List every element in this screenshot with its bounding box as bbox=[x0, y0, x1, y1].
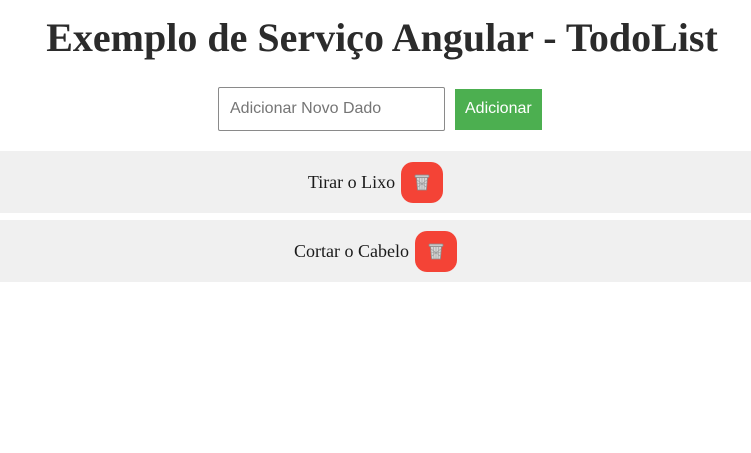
todo-item-text: Tirar o Lixo bbox=[307, 171, 396, 192]
todo-item: Tirar o Lixo bbox=[0, 151, 751, 213]
add-button[interactable]: Adicionar bbox=[455, 88, 542, 130]
wastebasket-icon bbox=[428, 243, 444, 259]
delete-todo-button[interactable] bbox=[414, 230, 457, 272]
delete-todo-button[interactable] bbox=[401, 161, 444, 203]
todo-app: Exemplo de Serviço Angular - TodoList Ad… bbox=[0, 0, 751, 453]
page-title: Exemplo de Serviço Angular - TodoList bbox=[46, 15, 718, 60]
new-todo-input[interactable] bbox=[218, 87, 445, 131]
wastebasket-icon bbox=[414, 174, 430, 190]
todo-list: Tirar o Lixo Cortar o Cabelo bbox=[0, 151, 751, 289]
add-todo-form: Adicionar bbox=[218, 87, 542, 131]
todo-item: Cortar o Cabelo bbox=[0, 220, 751, 282]
todo-item-text: Cortar o Cabelo bbox=[294, 240, 409, 261]
